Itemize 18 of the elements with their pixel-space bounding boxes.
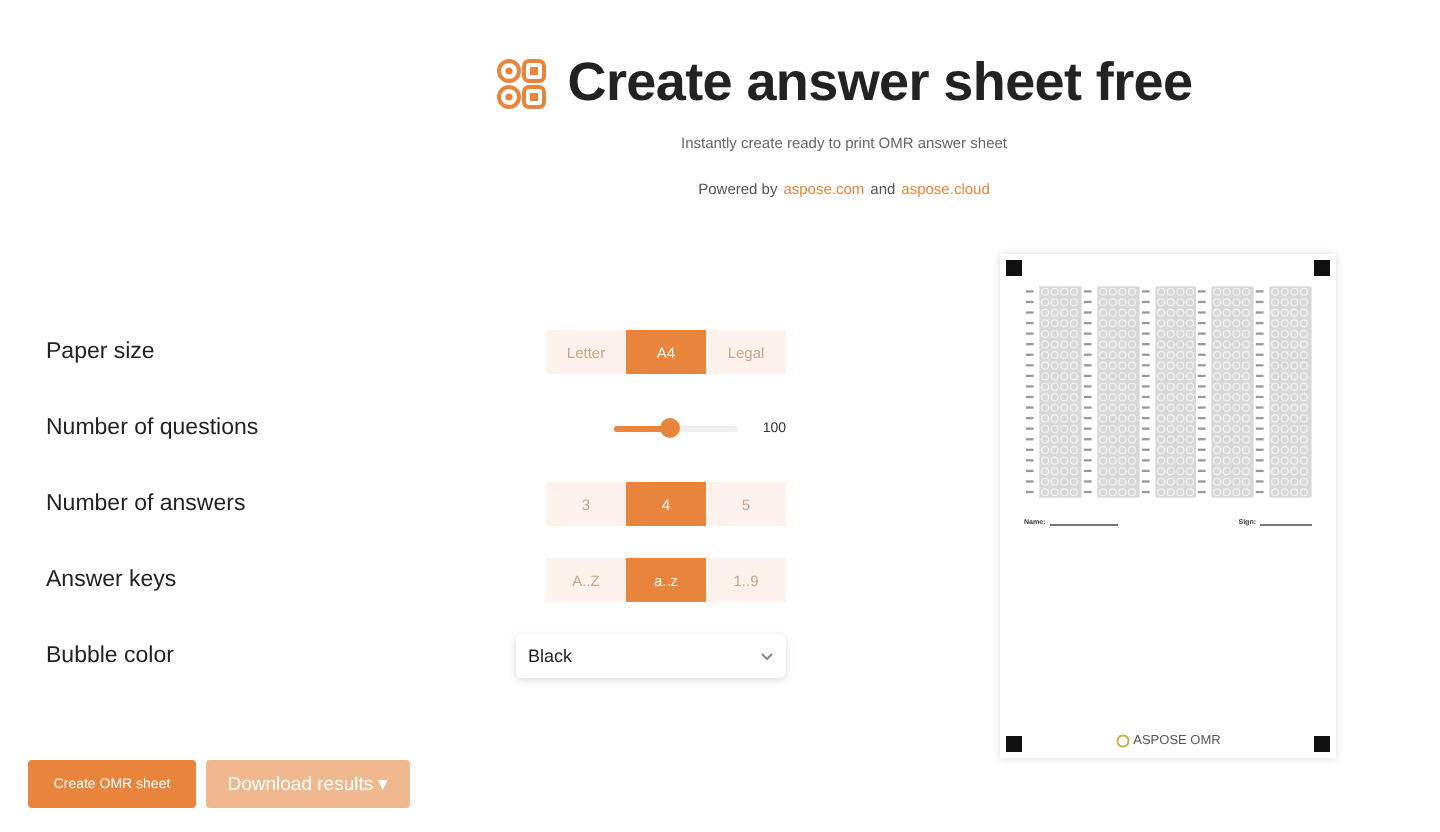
download-button[interactable]: Download results ▾: [206, 760, 410, 808]
corner-marker: [1314, 260, 1330, 276]
setting-label: Number of questions: [46, 416, 261, 440]
chevron-down-icon: [760, 651, 774, 661]
setting-label: Number of answers: [46, 492, 248, 516]
corner-marker: [1314, 736, 1330, 752]
corner-marker: [1006, 736, 1022, 752]
sign-line: [1260, 518, 1312, 526]
logo-icon: [495, 57, 548, 109]
page-title: Create answer sheet free: [567, 52, 1193, 114]
setting-label: Paper size: [46, 340, 157, 364]
color-dropdown[interactable]: Black: [516, 634, 786, 678]
brand-logo-icon: [1115, 734, 1130, 748]
name-line: [1049, 518, 1118, 526]
corner-marker: [1006, 260, 1022, 276]
slider-thumb[interactable]: [660, 418, 681, 438]
setting-label: Bubble color: [46, 644, 176, 668]
setting-label: Answer keys: [46, 568, 179, 592]
